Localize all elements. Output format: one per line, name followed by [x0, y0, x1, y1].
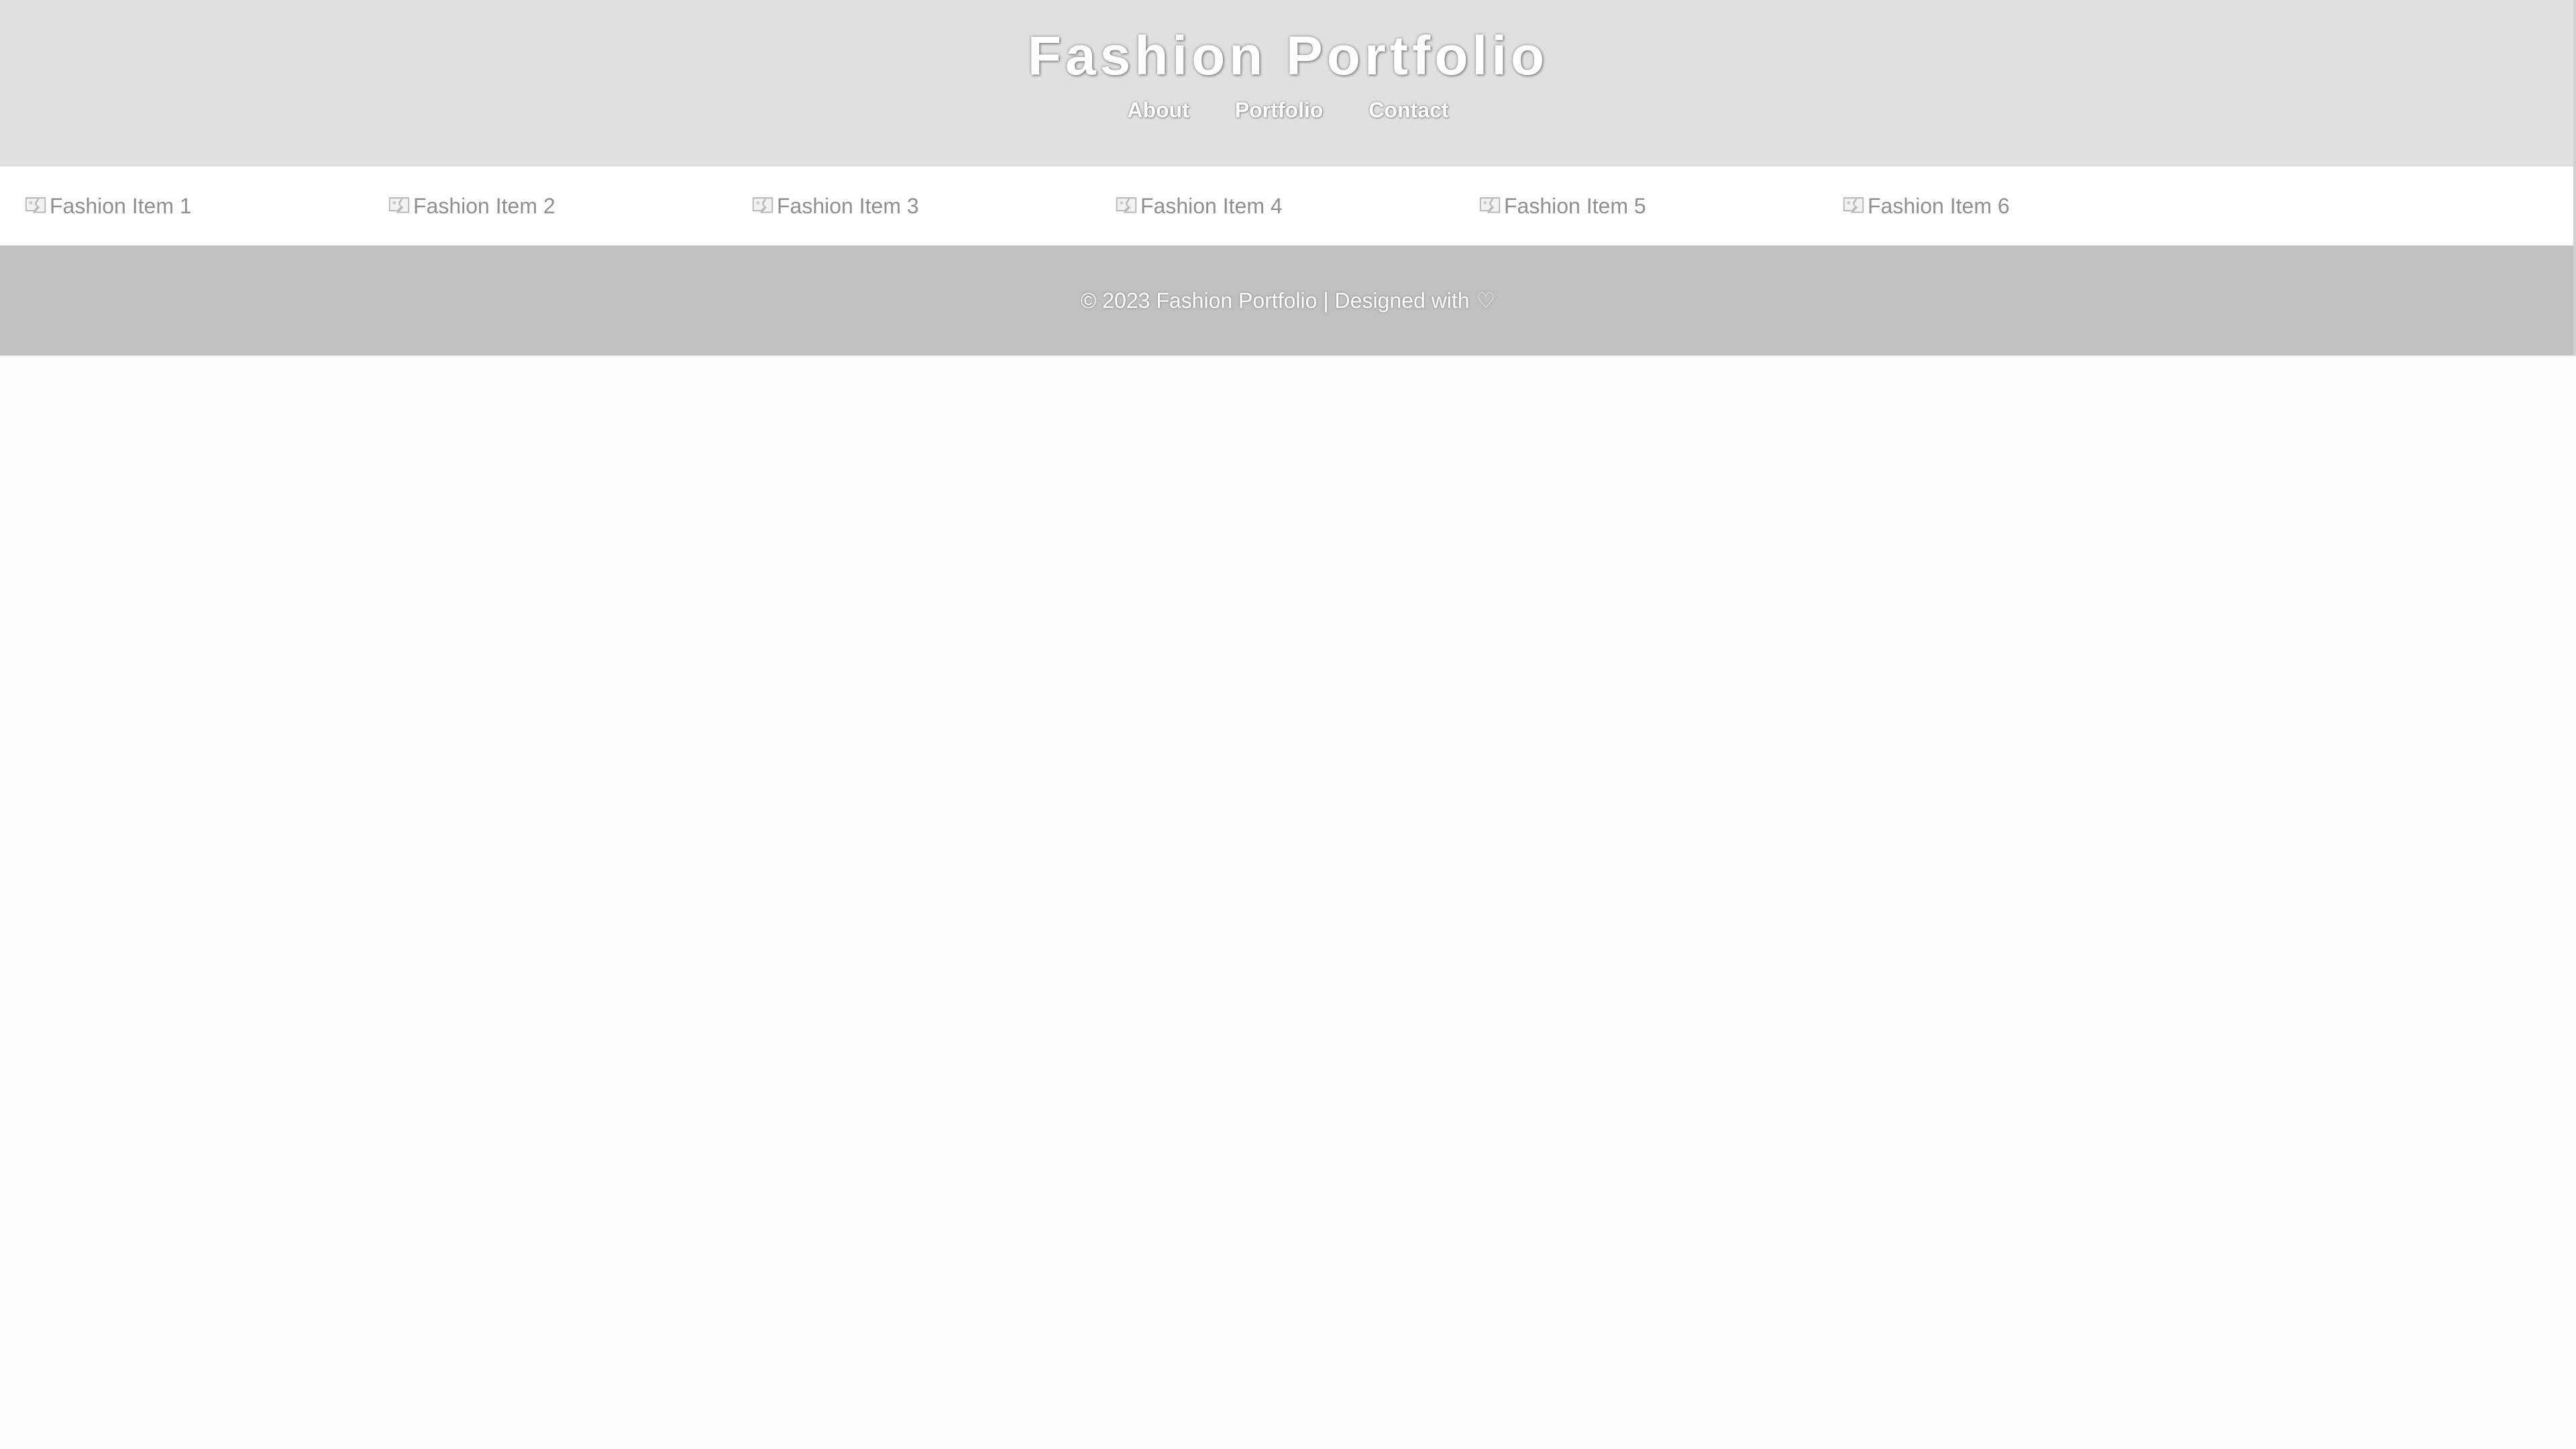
gallery-item[interactable]: Fashion Item 4 — [1114, 193, 1477, 219]
gallery-item[interactable]: Fashion Item 1 — [23, 193, 386, 219]
gallery-item[interactable]: Fashion Item 2 — [386, 193, 750, 219]
broken-image-icon — [1116, 197, 1137, 213]
gallery-item-alt: Fashion Item 4 — [1140, 193, 1283, 218]
scrollbar-edge — [2573, 0, 2576, 356]
gallery-item-alt: Fashion Item 1 — [50, 193, 192, 218]
portfolio-gallery: Fashion Item 1 Fashion Item 2 Fashion It… — [0, 166, 2576, 246]
gallery-item[interactable]: Fashion Item 5 — [1477, 193, 1841, 219]
gallery-item[interactable]: Fashion Item 3 — [750, 193, 1114, 219]
site-header: Fashion Portfolio About Portfolio Contac… — [0, 0, 2576, 166]
gallery-item[interactable]: Fashion Item 6 — [1841, 193, 2204, 219]
broken-image-icon — [1843, 197, 1864, 213]
nav-link-contact[interactable]: Contact — [1368, 98, 1448, 123]
site-title: Fashion Portfolio — [1027, 25, 1549, 87]
heart-icon: ♡ — [1476, 288, 1496, 313]
footer-text: © 2023 Fashion Portfolio | Designed with — [1080, 288, 1470, 313]
broken-image-icon — [388, 197, 410, 213]
broken-image-icon — [752, 197, 773, 213]
broken-image-icon — [25, 197, 46, 213]
nav-link-about[interactable]: About — [1127, 98, 1189, 123]
broken-image-icon — [1479, 197, 1501, 213]
main-nav: About Portfolio Contact — [0, 98, 2576, 123]
gallery-item-alt: Fashion Item 6 — [1868, 193, 2010, 218]
gallery-item-alt: Fashion Item 2 — [413, 193, 555, 218]
site-footer: © 2023 Fashion Portfolio | Designed with… — [0, 246, 2576, 356]
gallery-item-alt: Fashion Item 3 — [777, 193, 919, 218]
nav-link-portfolio[interactable]: Portfolio — [1235, 98, 1324, 123]
gallery-item-alt: Fashion Item 5 — [1504, 193, 1646, 218]
